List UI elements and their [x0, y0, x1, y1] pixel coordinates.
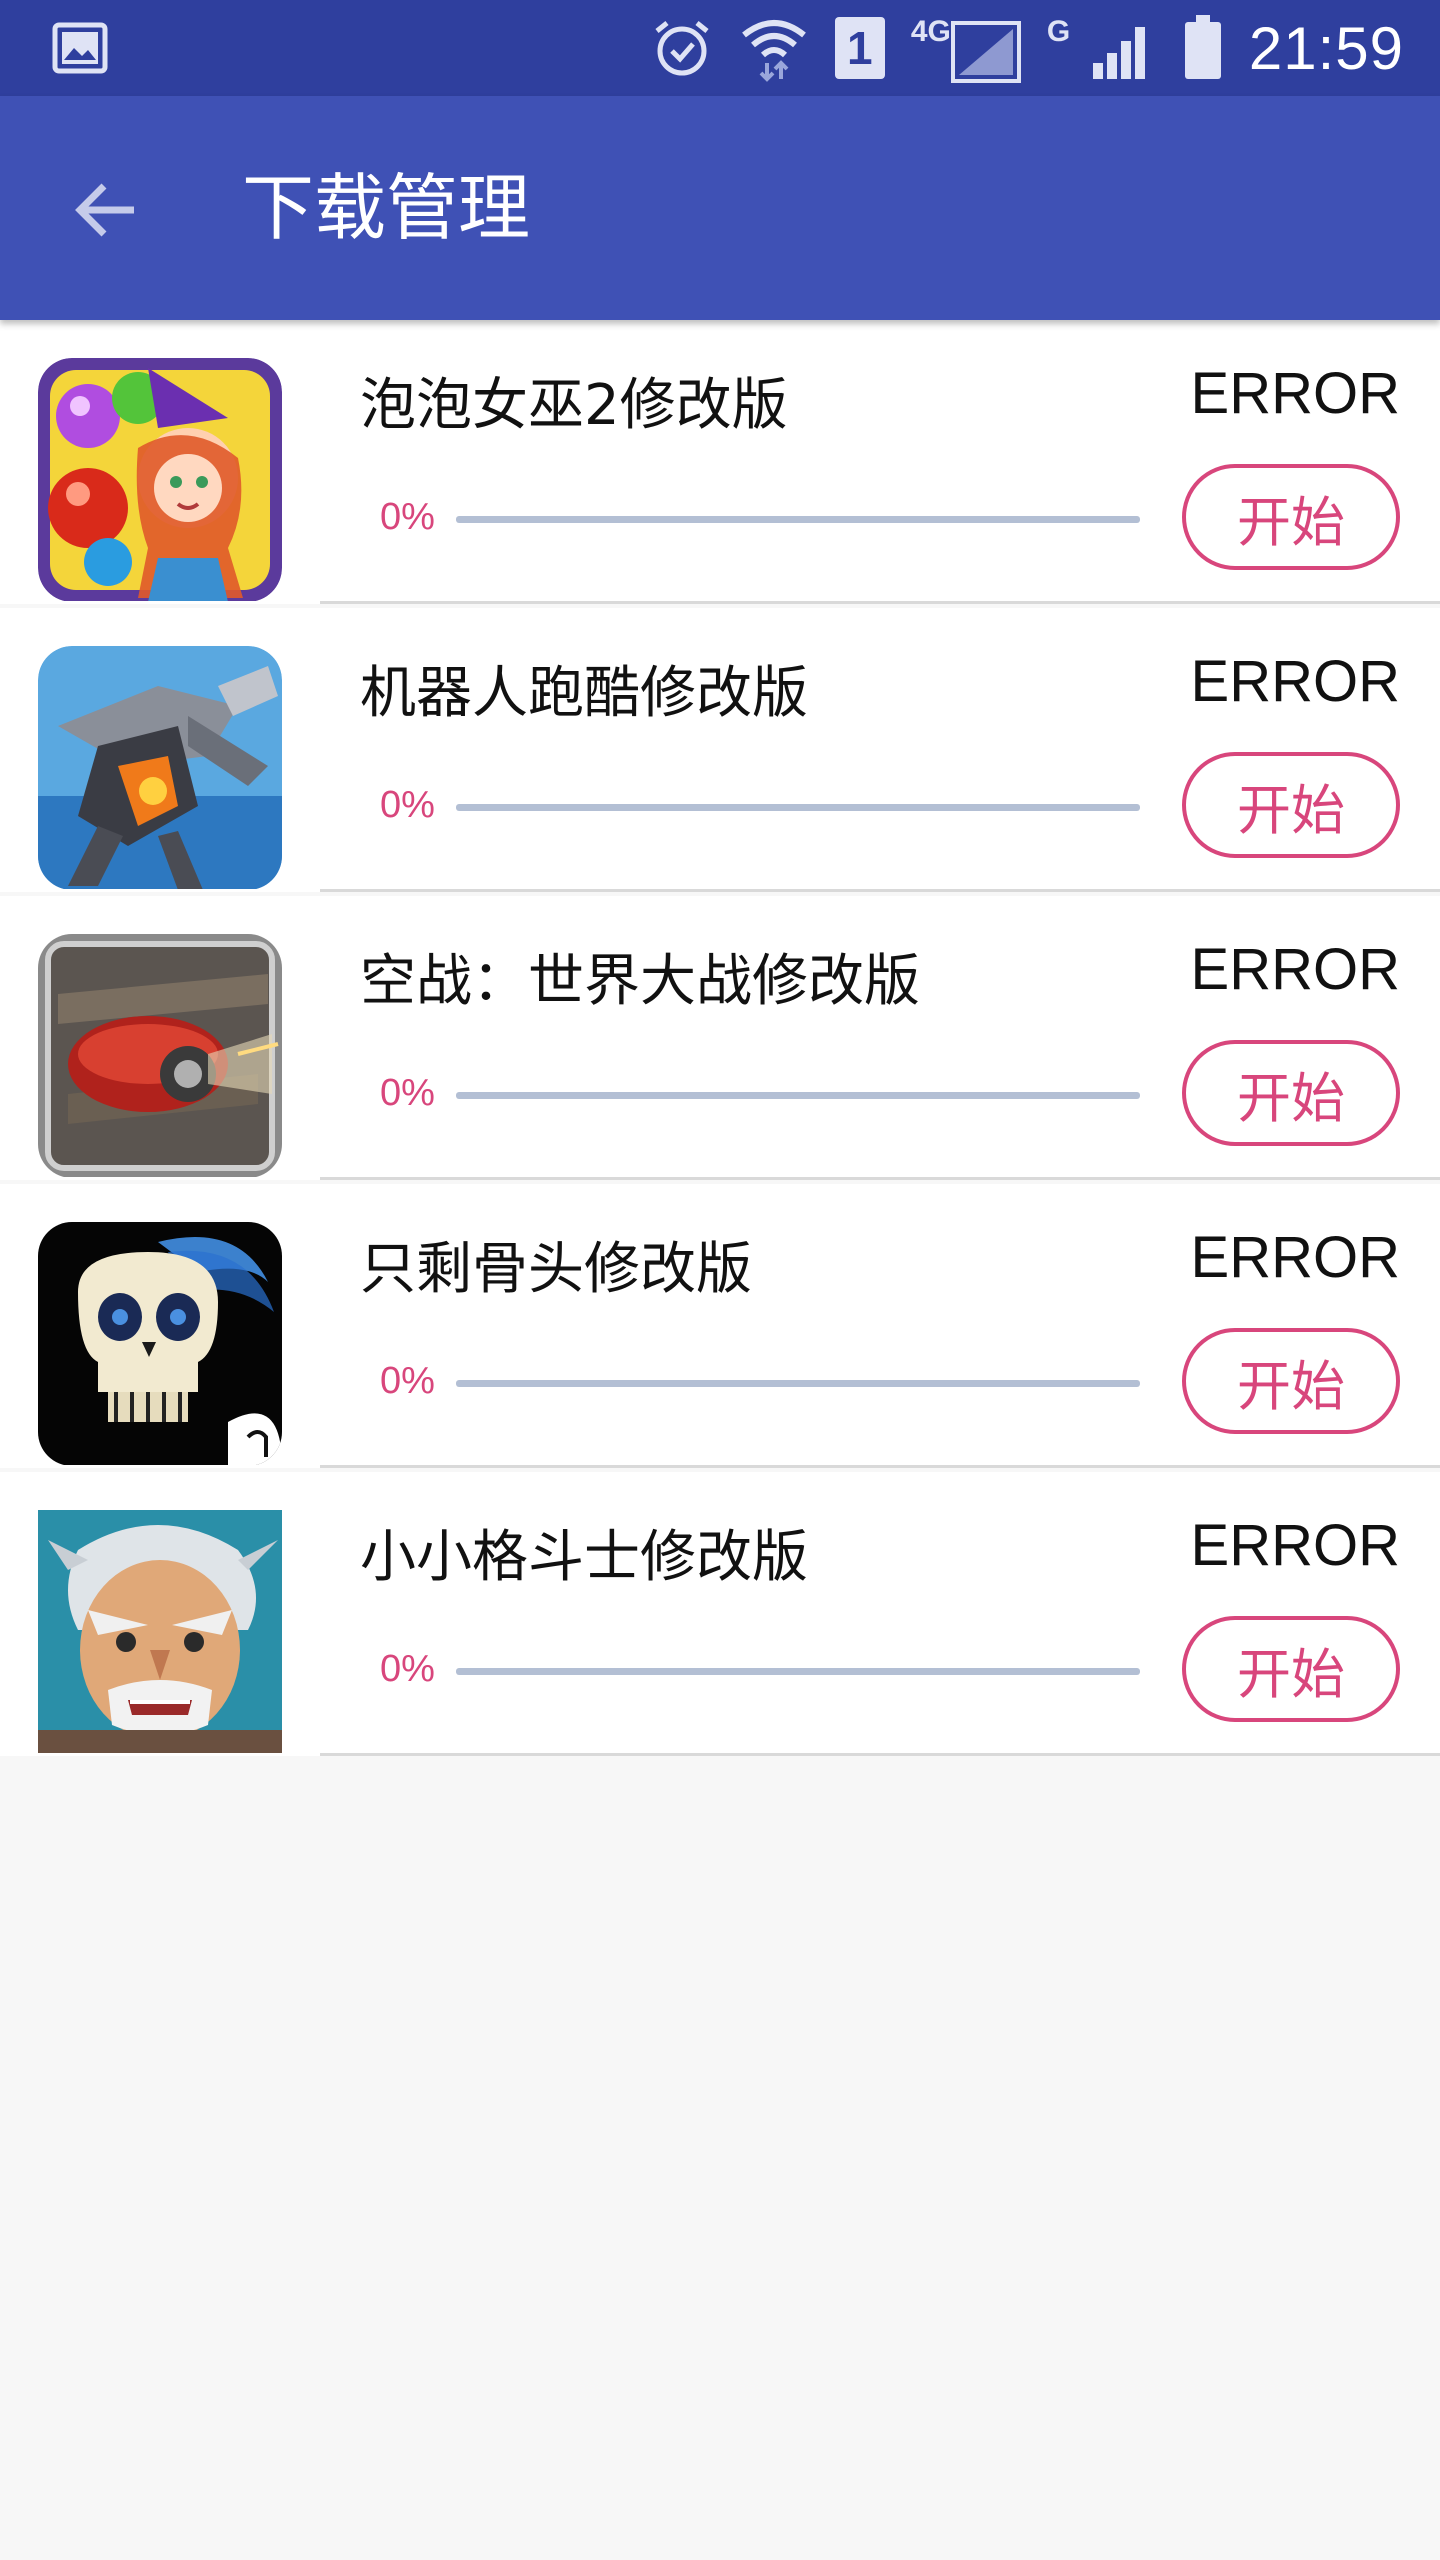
warplane-icon	[38, 934, 282, 1178]
app-bar: 下载管理	[0, 96, 1440, 320]
progress-bar	[456, 516, 1140, 523]
start-button[interactable]: 开始	[1182, 1328, 1400, 1434]
gallery-icon	[52, 22, 108, 74]
fighter-icon	[38, 1510, 282, 1754]
start-button[interactable]: 开始	[1182, 752, 1400, 858]
progress-percent: 0%	[380, 1072, 435, 1114]
app-name: 小小格斗士修改版	[360, 1525, 808, 1590]
download-status: ERROR	[1190, 361, 1400, 426]
status-bar: 1 4G G 21:59	[0, 0, 1440, 96]
app-name: 机器人跑酷修改版	[360, 661, 808, 726]
download-item: 只剩骨头修改版 ERROR 0% 开始	[0, 1184, 1440, 1468]
download-status: ERROR	[1190, 937, 1400, 1002]
progress-percent: 0%	[380, 1360, 435, 1402]
download-item: 机器人跑酷修改版 ERROR 0% 开始	[0, 608, 1440, 892]
download-status: ERROR	[1190, 1513, 1400, 1578]
alarm-icon	[655, 21, 709, 76]
network-label: 4G	[910, 15, 951, 48]
back-button[interactable]	[56, 160, 156, 260]
bubble-witch-icon	[38, 358, 282, 602]
app-name: 空战：世界大战修改版	[360, 949, 920, 1014]
sim-icon: 1	[834, 17, 885, 79]
start-button[interactable]: 开始	[1182, 1616, 1400, 1722]
sim-label: 1	[847, 22, 873, 74]
page-title: 下载管理	[242, 166, 531, 250]
progress-percent: 0%	[380, 496, 435, 538]
download-item: 泡泡女巫2修改版 ERROR 0% 开始	[0, 320, 1440, 604]
progress-percent: 0%	[380, 1648, 435, 1690]
download-status: ERROR	[1190, 649, 1400, 714]
app-name: 泡泡女巫2修改版	[360, 373, 788, 438]
progress-bar	[456, 804, 1140, 811]
progress-percent: 0%	[380, 784, 435, 826]
progress-bar	[456, 1380, 1140, 1387]
battery-icon	[1184, 15, 1221, 79]
robot-runner-icon	[38, 646, 282, 890]
wifi-icon	[741, 20, 806, 82]
arrow-left-icon	[75, 183, 134, 237]
download-item: 空战：世界大战修改版 ERROR 0% 开始	[0, 896, 1440, 1180]
progress-bar	[456, 1668, 1140, 1675]
status-time: 21:59	[1248, 14, 1404, 82]
skull-icon	[38, 1222, 282, 1466]
progress-bar	[456, 1092, 1140, 1099]
signal-icon	[950, 21, 1021, 83]
start-button[interactable]: 开始	[1182, 1040, 1400, 1146]
download-status: ERROR	[1190, 1225, 1400, 1290]
signal-icon	[1092, 27, 1145, 79]
app-name: 只剩骨头修改版	[360, 1237, 752, 1302]
download-item: 小小格斗士修改版 ERROR 0% 开始	[0, 1472, 1440, 1756]
download-list: 泡泡女巫2修改版 ERROR 0% 开始 机器人跑酷修改版 ERROR 0% 开…	[0, 320, 1440, 1760]
network-label-2: G	[1046, 15, 1071, 48]
start-button[interactable]: 开始	[1182, 464, 1400, 570]
